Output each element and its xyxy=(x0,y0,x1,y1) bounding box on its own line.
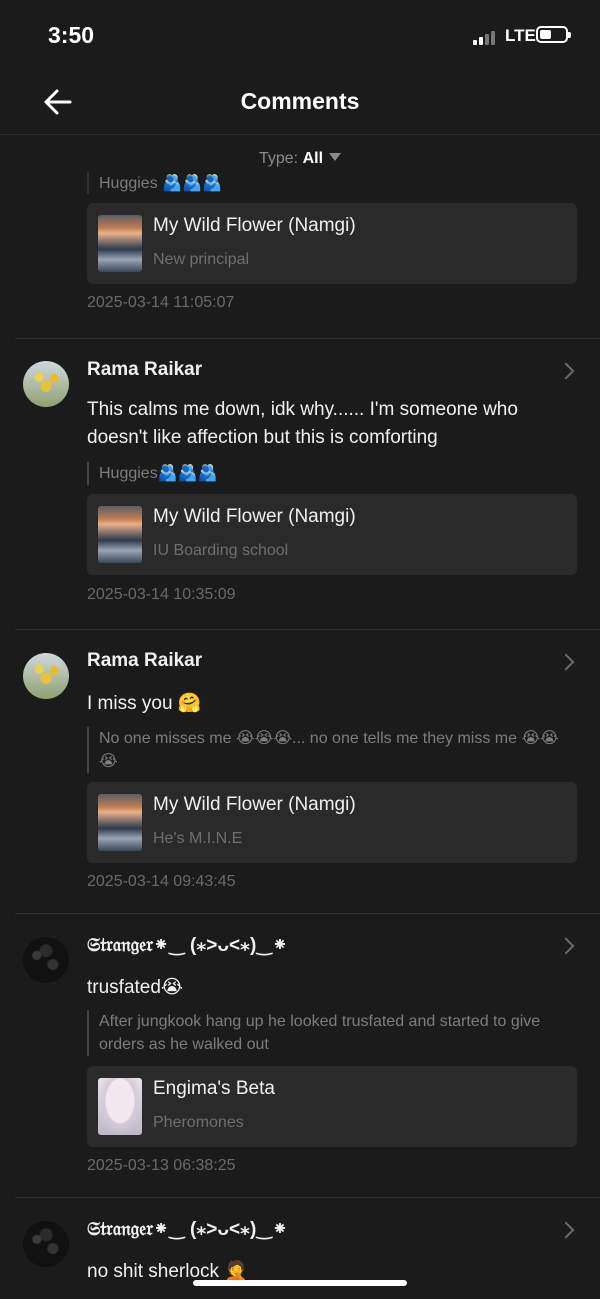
story-card[interactable]: My Wild Flower (Namgi) IU Boarding schoo… xyxy=(87,494,577,575)
chapter-title: He's M.I.N.E xyxy=(153,830,243,847)
comment-quote: No one misses me 😭😭😭... no one tells me … xyxy=(87,727,567,773)
divider xyxy=(15,629,600,630)
story-card[interactable]: My Wild Flower (Namgi) New principal xyxy=(87,203,577,284)
story-card[interactable]: Engima's Beta Pheromones xyxy=(87,1066,577,1147)
comment-text: This calms me down, idk why...... I'm so… xyxy=(87,399,518,448)
story-title: Engima's Beta xyxy=(153,1078,275,1099)
filter-label: Type: xyxy=(258,150,299,167)
status-bar: 3:50 LTE xyxy=(0,0,600,70)
comment-date: 2025-03-14 11:05:07 xyxy=(87,294,235,311)
comment-text: trusfated😭 xyxy=(87,977,184,998)
story-cover-image xyxy=(98,506,142,563)
comment-quote: Huggies 🫂🫂🫂 xyxy=(87,172,567,194)
chapter-title: New principal xyxy=(153,251,250,268)
username[interactable]: Rama Raikar xyxy=(87,359,202,381)
type-filter[interactable]: Type: All xyxy=(0,150,600,168)
comment-date: 2025-03-14 10:35:09 xyxy=(87,586,236,603)
status-time: 3:50 xyxy=(48,22,95,48)
chevron-right-icon[interactable] xyxy=(557,937,575,955)
story-cover-image xyxy=(98,794,142,851)
page-title: Comments xyxy=(240,88,360,114)
filter-value: All xyxy=(302,150,324,167)
comment-date: 2025-03-13 06:38:25 xyxy=(87,1157,236,1174)
network-type: LTE xyxy=(505,26,536,45)
story-cover-image xyxy=(98,1078,142,1135)
username[interactable]: 𝔖𝔱𝔯𝔞𝔫𝔤𝔢𝔯⁕‿ (⁎˃ᴗ˂⁎)‿⁕ xyxy=(87,934,288,957)
story-title: My Wild Flower (Namgi) xyxy=(153,794,356,815)
chapter-title: IU Boarding school xyxy=(153,542,289,559)
comment-date: 2025-03-14 09:43:45 xyxy=(87,873,236,890)
avatar[interactable] xyxy=(23,361,69,407)
cellular-signal-icon xyxy=(473,29,499,45)
nav-bar: Comments xyxy=(0,70,600,135)
chapter-title: Pheromones xyxy=(153,1114,244,1131)
story-title: My Wild Flower (Namgi) xyxy=(153,506,356,527)
story-title: My Wild Flower (Namgi) xyxy=(153,215,356,236)
battery-icon xyxy=(536,26,571,43)
chevron-right-icon[interactable] xyxy=(557,362,575,380)
chevron-right-icon[interactable] xyxy=(557,1221,575,1239)
divider xyxy=(15,913,600,914)
comment-text: I miss you 🤗 xyxy=(87,693,202,714)
avatar[interactable] xyxy=(23,1221,69,1267)
chevron-right-icon[interactable] xyxy=(557,653,575,671)
caret-down-icon xyxy=(329,153,342,161)
username[interactable]: Rama Raikar xyxy=(87,650,202,672)
avatar[interactable] xyxy=(23,653,69,699)
story-card[interactable]: My Wild Flower (Namgi) He's M.I.N.E xyxy=(87,782,577,863)
comment-quote: Huggies🫂🫂🫂 xyxy=(87,462,567,485)
divider xyxy=(15,338,600,339)
home-indicator[interactable] xyxy=(193,1280,407,1286)
comment-quote: After jungkook hang up he looked trusfat… xyxy=(87,1010,567,1056)
username[interactable]: 𝔖𝔱𝔯𝔞𝔫𝔤𝔢𝔯⁕‿ (⁎˃ᴗ˂⁎)‿⁕ xyxy=(87,1218,288,1241)
avatar[interactable] xyxy=(23,937,69,983)
divider xyxy=(15,1197,600,1198)
story-cover-image xyxy=(98,215,142,272)
